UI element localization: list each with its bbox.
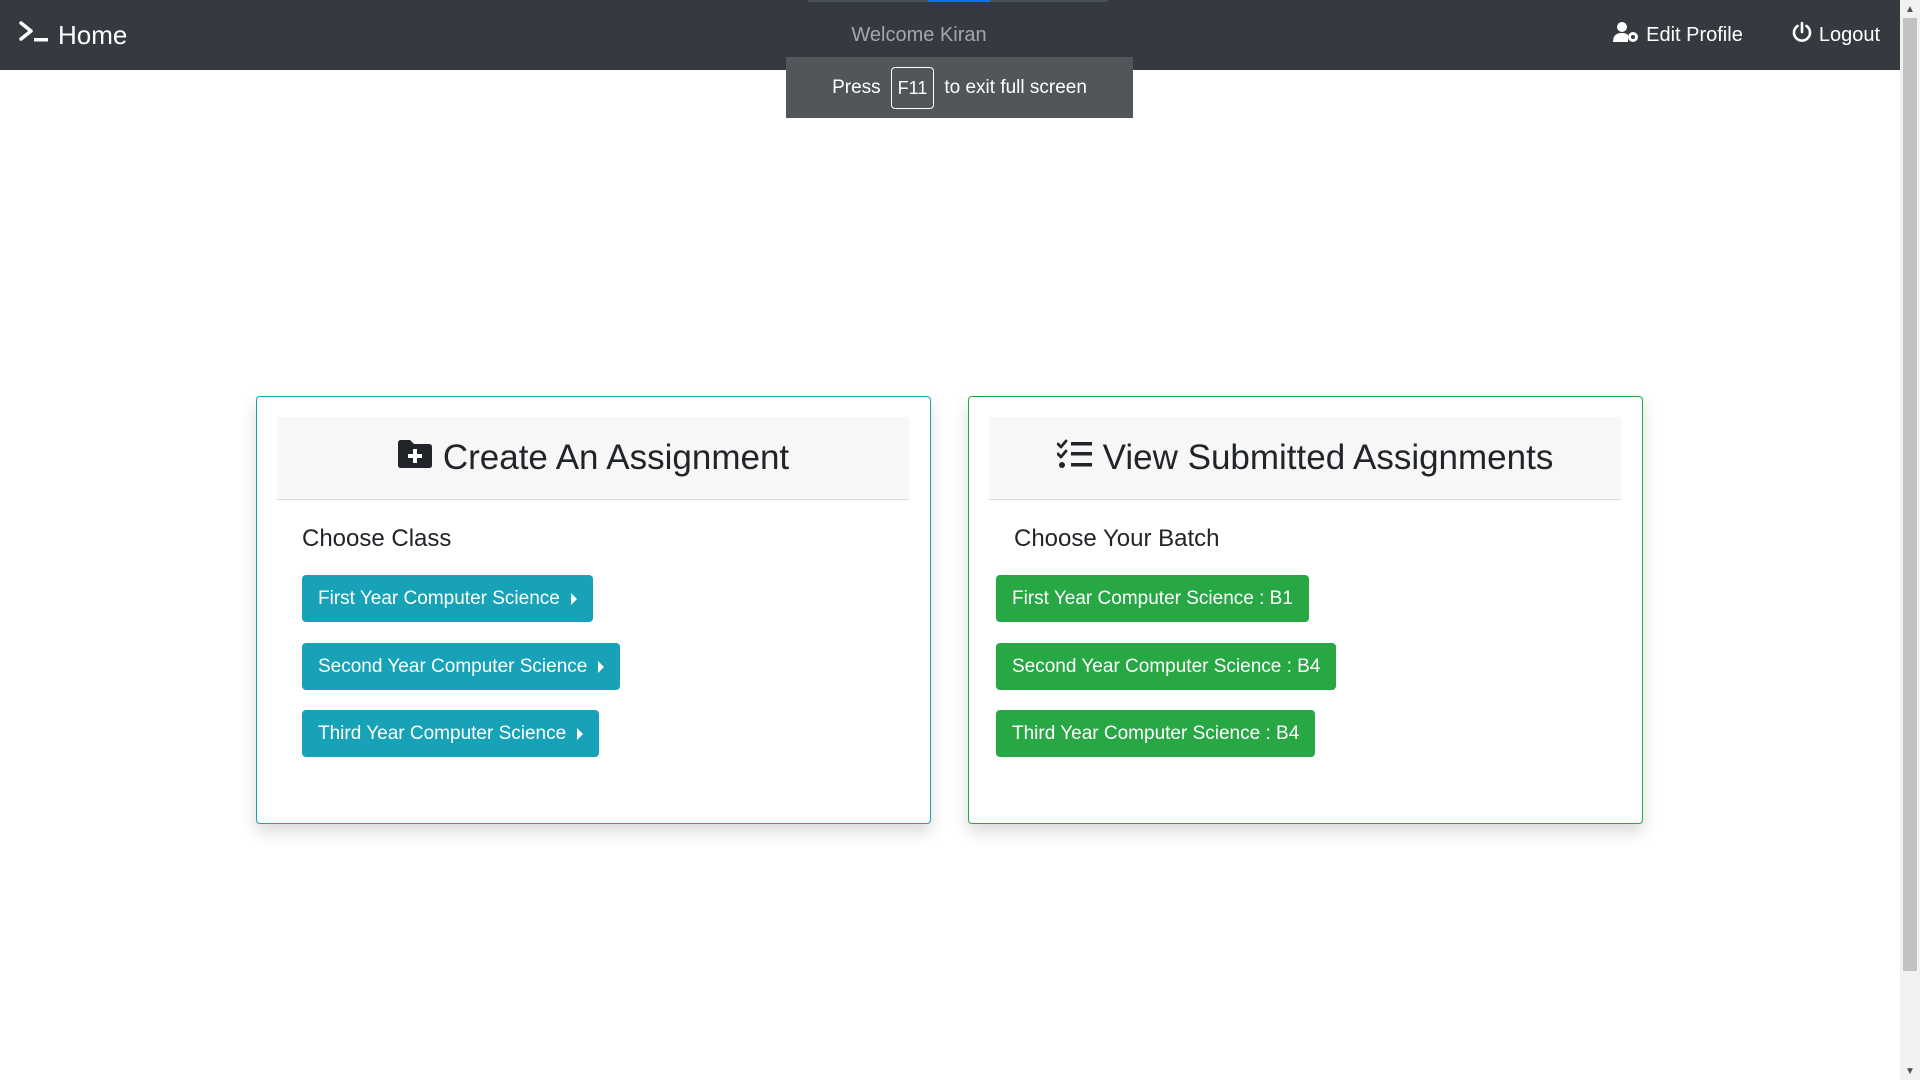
fullscreen-notice-suffix: to exit full screen <box>944 76 1087 98</box>
caret-right-icon <box>598 660 605 673</box>
nav-right: Edit Profile Logout <box>1612 0 1880 70</box>
class-button-first-year[interactable]: First Year Computer Science <box>302 575 593 622</box>
choose-class-label: Choose Class <box>302 525 452 552</box>
caret-right-icon <box>577 727 584 740</box>
user-cog-icon <box>1612 21 1646 49</box>
batch-button-third-year[interactable]: Third Year Computer Science : B4 <box>996 710 1316 757</box>
batch-button-second-year[interactable]: Second Year Computer Science : B4 <box>996 643 1337 690</box>
create-assignment-card: Create An Assignment Choose Class First … <box>256 396 931 824</box>
fullscreen-key: F11 <box>890 66 935 109</box>
class-button-second-year[interactable]: Second Year Computer Science <box>302 643 621 690</box>
view-submitted-header: View Submitted Assignments <box>989 417 1621 500</box>
choose-batch-label: Choose Your Batch <box>1014 525 1220 552</box>
vertical-scrollbar[interactable]: ▲ ▼ <box>1900 0 1920 1080</box>
tab-indicator-active <box>928 0 990 2</box>
terminal-icon <box>18 20 58 51</box>
batch-button-label: First Year Computer Science : B1 <box>1012 587 1293 609</box>
scrollbar-thumb[interactable] <box>1903 18 1917 971</box>
caret-right-icon <box>570 592 577 605</box>
create-assignment-header: Create An Assignment <box>277 417 909 500</box>
tasks-list-icon <box>1056 438 1103 478</box>
home-link[interactable]: Home <box>18 0 127 70</box>
folder-plus-icon <box>397 438 443 478</box>
class-button-label: Second Year Computer Science <box>318 655 588 677</box>
class-button-label: First Year Computer Science <box>318 587 560 609</box>
logout-link[interactable]: Logout <box>1791 21 1880 49</box>
fullscreen-notice-prefix: Press <box>832 76 881 98</box>
batch-button-first-year[interactable]: First Year Computer Science : B1 <box>996 575 1309 622</box>
power-icon <box>1791 21 1819 49</box>
class-button-label: Third Year Computer Science <box>318 722 567 744</box>
scroll-down-arrow-icon[interactable]: ▼ <box>1900 1062 1920 1080</box>
edit-profile-link[interactable]: Edit Profile <box>1612 21 1743 49</box>
edit-profile-label: Edit Profile <box>1646 23 1743 46</box>
create-assignment-title: Create An Assignment <box>442 438 790 477</box>
home-label: Home <box>58 19 128 50</box>
batch-button-label: Second Year Computer Science : B4 <box>1012 655 1321 677</box>
logout-label: Logout <box>1818 23 1880 46</box>
batch-button-label: Third Year Computer Science : B4 <box>1012 722 1300 744</box>
view-submitted-card: View Submitted Assignments Choose Your B… <box>968 396 1643 824</box>
class-button-third-year[interactable]: Third Year Computer Science <box>302 710 600 757</box>
view-submitted-title: View Submitted Assignments <box>1102 438 1554 477</box>
fullscreen-notice: Press F11 to exit full screen <box>786 57 1133 118</box>
scroll-up-arrow-icon[interactable]: ▲ <box>1900 0 1920 18</box>
